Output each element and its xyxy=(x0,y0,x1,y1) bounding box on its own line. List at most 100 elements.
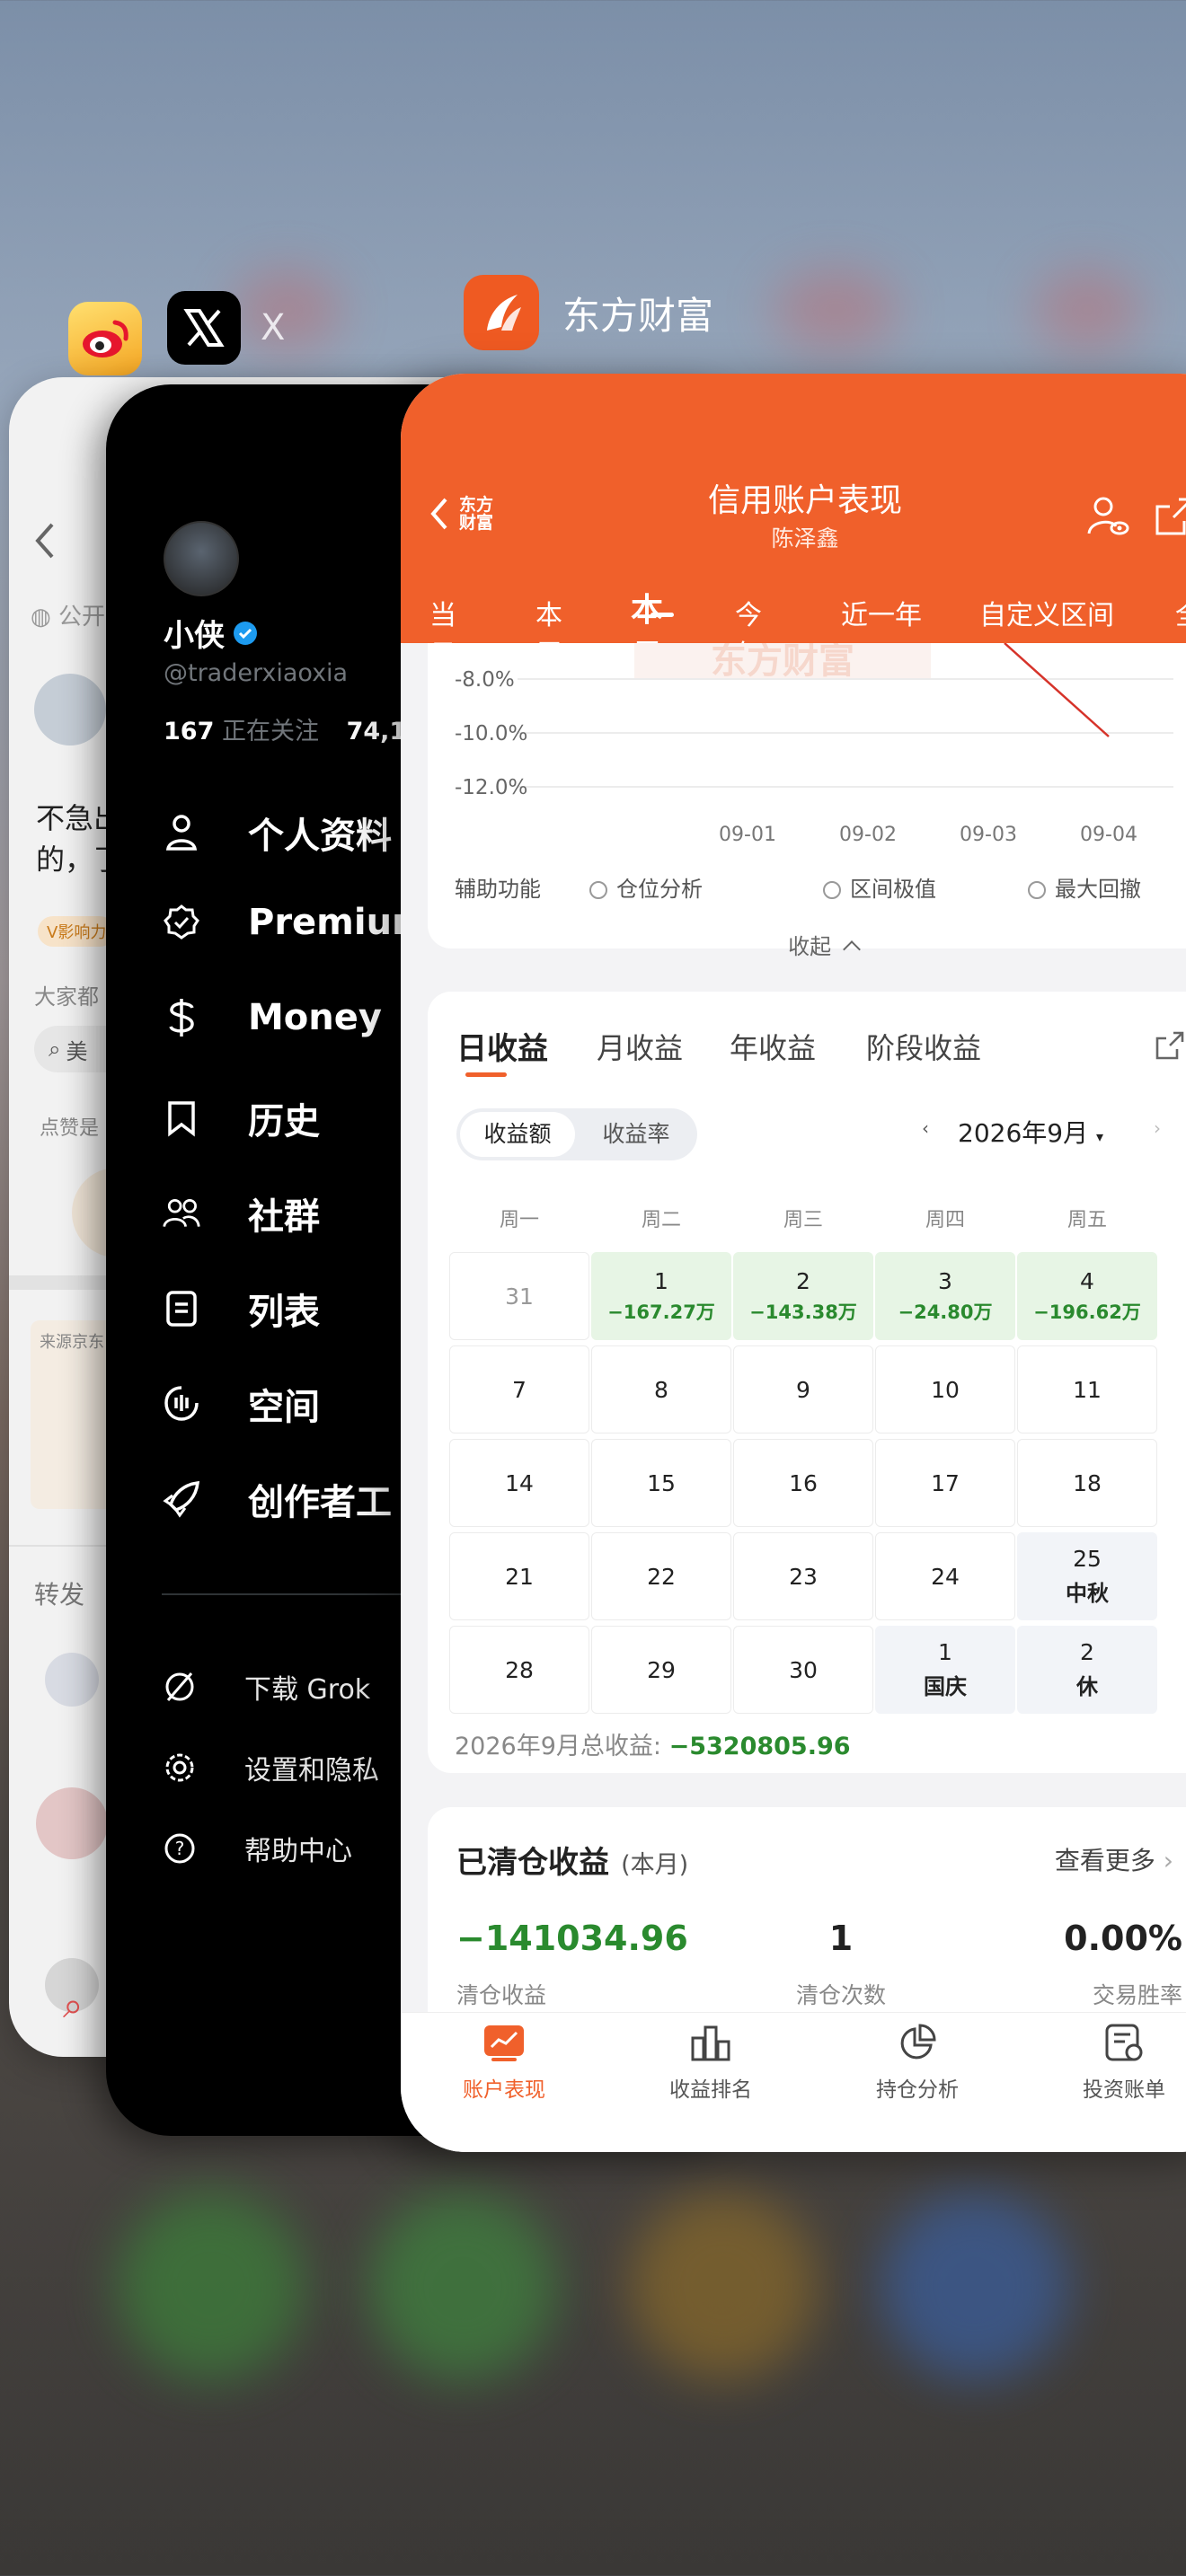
spaces-icon xyxy=(162,1384,201,1424)
x-app-label[interactable]: X xyxy=(167,291,285,365)
profile-avatar[interactable] xyxy=(164,521,239,596)
dongfang-card[interactable]: 东方财富 信用账户表现 陈泽鑫 当日 本周 本月 今年 近一年 自定义区间 全 … xyxy=(401,374,1186,2152)
radio-icon xyxy=(589,881,607,899)
user-avatar-1[interactable] xyxy=(45,1653,99,1707)
menu-creator[interactable]: 创作者工 xyxy=(162,1473,392,1525)
menu-money[interactable]: Money xyxy=(162,997,382,1038)
calendar-day-cell[interactable]: 17 xyxy=(875,1439,1015,1527)
toggle-rate[interactable]: 收益率 xyxy=(579,1112,694,1157)
aux-max-drawdown[interactable]: 最大回撤 xyxy=(1028,871,1141,903)
calendar-day-cell[interactable]: 3 −24.80万 xyxy=(875,1252,1015,1340)
menu-spaces[interactable]: 空间 xyxy=(162,1378,320,1430)
page-subtitle: 陈泽鑫 xyxy=(771,525,839,551)
win-rate-label: 交易胜率 xyxy=(1092,1982,1182,2008)
prev-month-icon[interactable]: ‹ xyxy=(922,1117,929,1139)
menu-lists[interactable]: 列表 xyxy=(162,1283,320,1335)
menu-communities[interactable]: 社群 xyxy=(162,1187,320,1239)
calendar-day-cell[interactable]: 9 xyxy=(733,1345,873,1434)
user-eye-icon[interactable] xyxy=(1085,494,1130,539)
calendar-day-cell[interactable]: 11 xyxy=(1017,1345,1157,1434)
calendar-day-cell[interactable]: 7 xyxy=(449,1345,589,1434)
calendar-day-cell[interactable]: 18 xyxy=(1017,1439,1157,1527)
follow-stats[interactable]: 167 正在关注 74,126 xyxy=(164,711,440,746)
tab-daily-income[interactable]: 日收益 xyxy=(456,1024,548,1068)
calendar-day-cell[interactable]: 24 xyxy=(875,1532,1015,1620)
calendar-day-number: 22 xyxy=(647,1563,676,1590)
gear-icon xyxy=(162,1750,198,1786)
calendar-day-cell[interactable]: 31 xyxy=(449,1252,589,1340)
share-icon[interactable] xyxy=(1152,494,1186,539)
calendar-day-cell[interactable]: 14 xyxy=(449,1439,589,1527)
verified-badge-icon xyxy=(234,621,257,645)
calendar-day-cell[interactable]: 28 xyxy=(449,1626,589,1714)
menu-help-label: 帮助中心 xyxy=(244,1836,352,1867)
nav-account-performance[interactable]: 账户表现 xyxy=(401,2013,607,2103)
calendar-day-cell[interactable]: 25 中秋 xyxy=(1017,1532,1157,1620)
nav-income-rank[interactable]: 收益排名 xyxy=(607,2013,814,2103)
help-icon: ? xyxy=(162,1831,198,1866)
avatar[interactable] xyxy=(34,674,106,745)
cleared-income-value: −141034.96 xyxy=(456,1919,688,1958)
collapse-button[interactable]: 收起 xyxy=(428,929,1186,960)
calendar-day-cell[interactable]: 1 −167.27万 xyxy=(591,1252,731,1340)
win-rate-value: 0.00% xyxy=(1064,1919,1182,1958)
calendar-day-cell[interactable]: 21 xyxy=(449,1532,589,1620)
see-more-link[interactable]: 查看更多 › xyxy=(1055,1841,1173,1877)
weibo-app-label[interactable] xyxy=(68,302,142,375)
tab-all[interactable]: 全 xyxy=(1175,593,1186,632)
menu-profile[interactable]: 个人资料 xyxy=(162,807,392,859)
tab-stage-income[interactable]: 阶段收益 xyxy=(866,1026,981,1067)
aux-position-analysis[interactable]: 仓位分析 xyxy=(589,871,703,903)
calendar-day-cell[interactable]: 22 xyxy=(591,1532,731,1620)
tab-monthly-income[interactable]: 月收益 xyxy=(597,1026,683,1067)
back-chevron-icon[interactable] xyxy=(32,521,58,560)
aux-option-label: 最大回撤 xyxy=(1055,877,1141,902)
menu-grok[interactable]: 下载 Grok xyxy=(162,1667,370,1707)
top-blob-3 xyxy=(1033,269,1141,350)
collapse-label: 收起 xyxy=(788,934,832,959)
menu-history[interactable]: 历史 xyxy=(162,1092,320,1144)
next-month-icon[interactable]: › xyxy=(1154,1117,1161,1139)
calendar-day-cell[interactable]: 4 −196.62万 xyxy=(1017,1252,1157,1340)
chart-panel: 东方财富 -8.0% -10.0% -12.0% 09-01 09-02 09-03 09-… xyxy=(428,643,1186,959)
x-app-icon xyxy=(167,291,241,365)
tab-last-year[interactable]: 近一年 xyxy=(841,593,922,632)
calendar-day-cell[interactable]: 2 −143.38万 xyxy=(733,1252,873,1340)
dongfang-app-label[interactable]: 东方财富 xyxy=(464,275,713,350)
calendar-day-cell[interactable]: 2休 xyxy=(1017,1626,1157,1714)
y-tick-label: -8.0% xyxy=(455,668,515,692)
calendar-day-cell[interactable]: 16 xyxy=(733,1439,873,1527)
menu-premium[interactable]: Premium xyxy=(162,902,429,943)
calendar-day-cell[interactable]: 8 xyxy=(591,1345,731,1434)
calendar-day-cell[interactable]: 1 国庆 xyxy=(875,1626,1015,1714)
month-selector[interactable]: 2026年9月 ▾ xyxy=(958,1114,1103,1150)
toggle-amount[interactable]: 收益额 xyxy=(460,1112,575,1157)
following-label: 正在关注 xyxy=(221,718,319,745)
amount-rate-toggle: 收益额 收益率 xyxy=(456,1108,697,1160)
tab-yearly-income[interactable]: 年收益 xyxy=(730,1026,816,1067)
calendar-day-income: −196.62万 xyxy=(1033,1301,1141,1323)
calendar-day-cell[interactable]: 29 xyxy=(591,1626,731,1714)
repost-tab[interactable]: 转发 xyxy=(34,1575,84,1611)
menu-profile-label: 个人资料 xyxy=(248,816,392,857)
calendar-day-number: 25 xyxy=(1073,1546,1102,1572)
nav-holding-analysis[interactable]: 持仓分析 xyxy=(814,2013,1021,2103)
menu-settings[interactable]: 设置和隐私 xyxy=(162,1748,379,1787)
cleared-title: 已清仓收益 xyxy=(456,1845,609,1881)
menu-help[interactable]: ? 帮助中心 xyxy=(162,1829,352,1868)
tab-custom[interactable]: 自定义区间 xyxy=(979,593,1114,632)
export-icon[interactable] xyxy=(1154,1029,1186,1062)
top-blob-2 xyxy=(773,269,898,350)
dongfang-app-name: 东方财富 xyxy=(562,293,714,338)
search-icon: ⌕ xyxy=(49,1037,61,1062)
calendar-day-number: 9 xyxy=(796,1376,810,1403)
bill-icon xyxy=(1021,2013,1186,2063)
calendar-day-cell[interactable]: 30 xyxy=(733,1626,873,1714)
calendar-day-cell[interactable]: 10 xyxy=(875,1345,1015,1434)
nav-investment-bill[interactable]: 投资账单 xyxy=(1021,2013,1186,2103)
aux-range-extreme[interactable]: 区间极值 xyxy=(823,871,936,903)
discover-icon[interactable]: ⌕ xyxy=(63,1985,83,2026)
user-avatar-2[interactable] xyxy=(36,1787,108,1859)
calendar-day-cell[interactable]: 15 xyxy=(591,1439,731,1527)
calendar-day-cell[interactable]: 23 xyxy=(733,1532,873,1620)
